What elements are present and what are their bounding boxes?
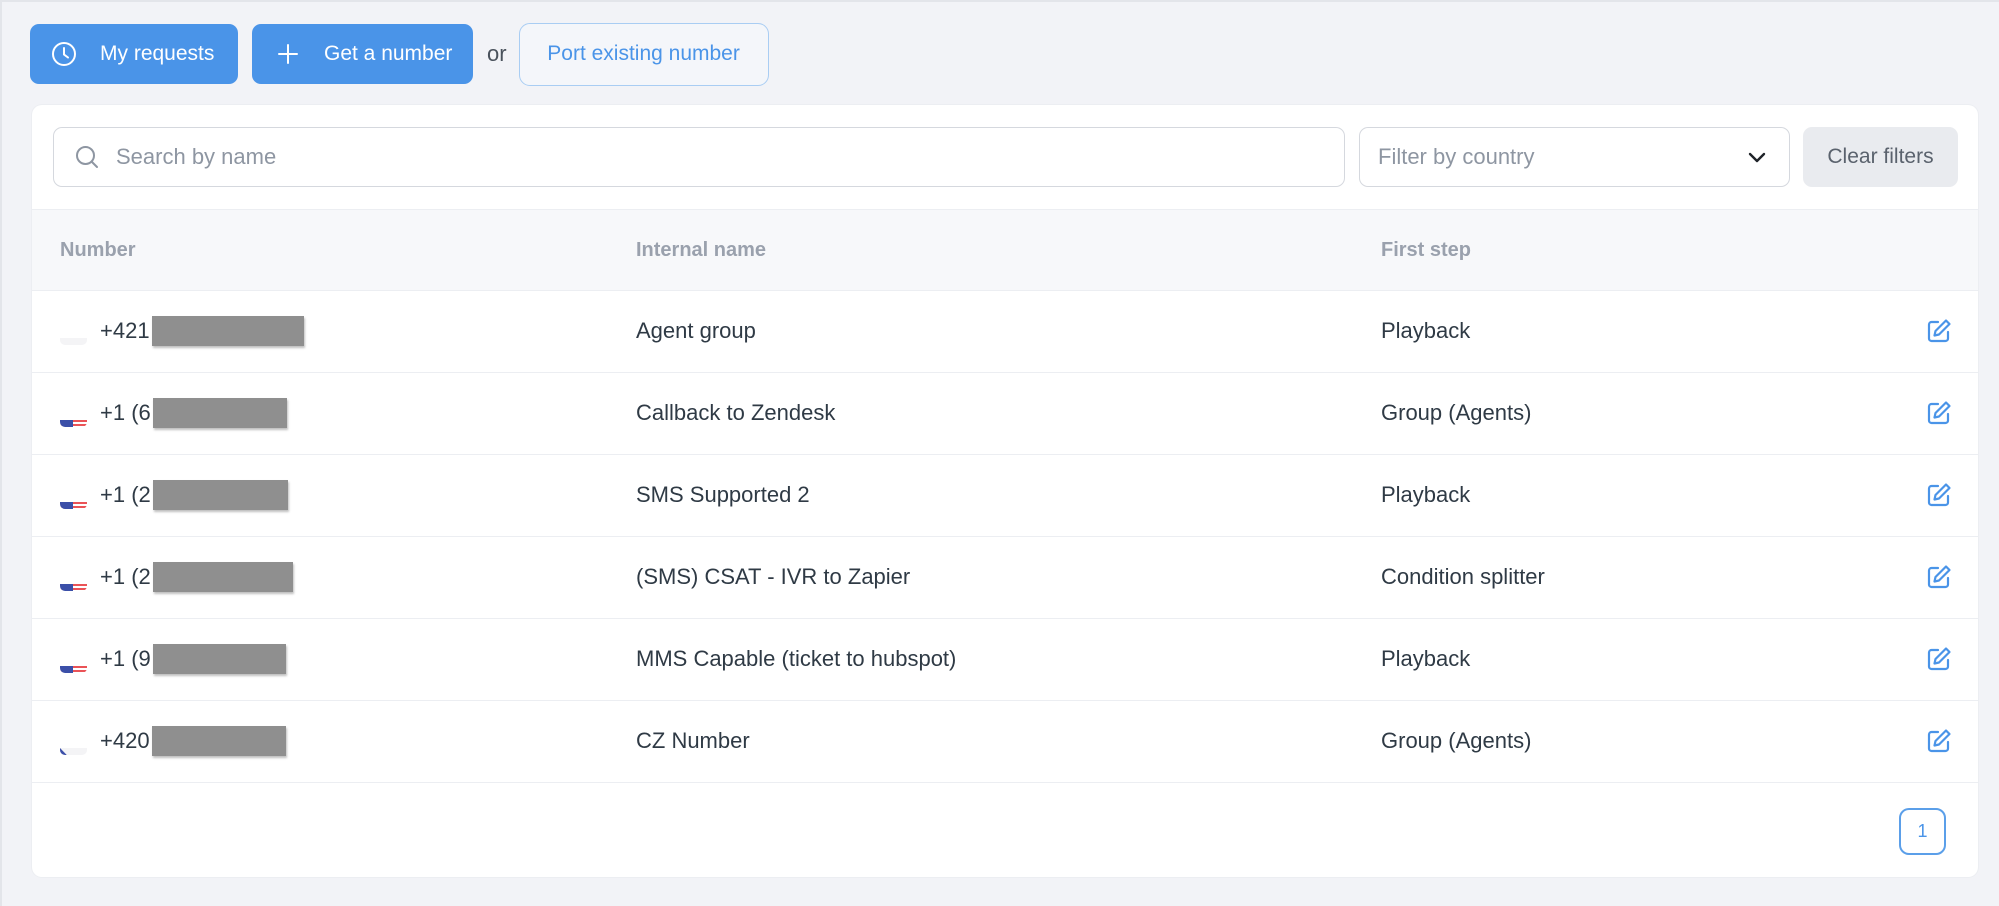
column-header-number[interactable]: Number	[60, 210, 136, 290]
redacted-number	[152, 562, 293, 592]
number-cell: +420	[60, 701, 286, 781]
us-flag-icon	[60, 564, 87, 591]
number-cell: +1 (9	[60, 619, 286, 699]
number-prefix: +1 (6	[100, 400, 151, 425]
czech-flag-icon	[60, 728, 87, 755]
slovakia-flag-icon	[60, 318, 87, 345]
edit-icon[interactable]	[1926, 318, 1952, 344]
numbers-card: Filter by country Clear filters Number I…	[32, 105, 1978, 877]
number-cell: +421	[60, 291, 304, 371]
my-requests-label: My requests	[100, 42, 215, 65]
clear-filters-button[interactable]: Clear filters	[1803, 127, 1958, 187]
number-prefix: +1 (2	[100, 564, 151, 589]
table-header: Number Internal name First step	[32, 209, 1978, 291]
first-step-cell: Condition splitter	[1381, 564, 1545, 589]
internal-name-cell: SMS Supported 2	[636, 482, 810, 507]
get-number-label: Get a number	[324, 42, 453, 65]
my-requests-button[interactable]: My requests	[30, 24, 238, 84]
us-flag-icon	[60, 482, 87, 509]
internal-name-cell: CZ Number	[636, 728, 750, 753]
table-row[interactable]: +1 (2 SMS Supported 2 Playback	[32, 455, 1978, 537]
numbers-table: Number Internal name First step +421 Age…	[32, 209, 1978, 783]
search-input[interactable]	[116, 144, 1344, 170]
table-body: +421 Agent group Playback +1 (6 Callback…	[32, 291, 1978, 783]
get-number-button[interactable]: Get a number	[252, 24, 473, 84]
pagination-page-1[interactable]: 1	[1899, 808, 1946, 855]
plus-icon	[274, 40, 302, 68]
redacted-number	[151, 726, 286, 756]
internal-name-cell: Callback to Zendesk	[636, 400, 836, 425]
country-filter-select[interactable]: Filter by country	[1359, 127, 1790, 187]
table-row[interactable]: +1 (9 MMS Capable (ticket to hubspot) Pl…	[32, 619, 1978, 701]
number-prefix: +1 (9	[100, 646, 151, 671]
number-prefix: +421	[100, 318, 150, 343]
redacted-number	[151, 316, 304, 346]
edit-icon[interactable]	[1926, 646, 1952, 672]
filter-bar: Filter by country Clear filters	[32, 105, 1978, 209]
number-cell: +1 (2	[60, 455, 288, 535]
search-field[interactable]	[53, 127, 1345, 187]
first-step-cell: Group (Agents)	[1381, 728, 1532, 753]
chevron-down-icon	[1747, 151, 1767, 163]
top-actions: My requests Get a number or Port existin…	[30, 22, 769, 86]
or-separator: or	[487, 41, 507, 66]
edit-icon[interactable]	[1926, 482, 1952, 508]
us-flag-icon	[60, 646, 87, 673]
edit-icon[interactable]	[1926, 400, 1952, 426]
us-flag-icon	[60, 400, 87, 427]
search-icon	[74, 144, 100, 170]
number-prefix: +1 (2	[100, 482, 151, 507]
column-header-first-step[interactable]: First step	[1381, 210, 1471, 290]
country-filter-placeholder: Filter by country	[1378, 144, 1535, 169]
column-header-internal-name[interactable]: Internal name	[636, 210, 766, 290]
number-prefix: +420	[100, 728, 150, 753]
internal-name-cell: (SMS) CSAT - IVR to Zapier	[636, 564, 911, 589]
first-step-cell: Playback	[1381, 646, 1471, 671]
clock-icon	[50, 40, 78, 68]
table-row[interactable]: +1 (6 Callback to Zendesk Group (Agents)	[32, 373, 1978, 455]
first-step-cell: Playback	[1381, 482, 1471, 507]
internal-name-cell: Agent group	[636, 318, 756, 343]
table-row[interactable]: +1 (2 (SMS) CSAT - IVR to Zapier Conditi…	[32, 537, 1978, 619]
number-cell: +1 (6	[60, 373, 287, 453]
first-step-cell: Playback	[1381, 318, 1471, 343]
edit-icon[interactable]	[1926, 728, 1952, 754]
table-row[interactable]: +420 CZ Number Group (Agents)	[32, 701, 1978, 783]
internal-name-cell: MMS Capable (ticket to hubspot)	[636, 646, 957, 671]
edit-icon[interactable]	[1926, 564, 1952, 590]
redacted-number	[152, 398, 287, 428]
redacted-number	[152, 480, 288, 510]
first-step-cell: Group (Agents)	[1381, 400, 1532, 425]
number-cell: +1 (2	[60, 537, 293, 617]
table-row[interactable]: +421 Agent group Playback	[32, 291, 1978, 373]
redacted-number	[152, 644, 286, 674]
port-existing-number-button[interactable]: Port existing number	[518, 22, 769, 86]
